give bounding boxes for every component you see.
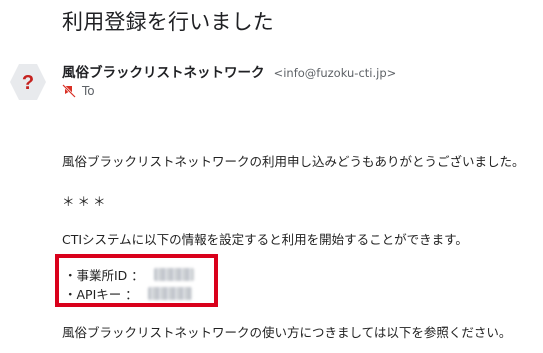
- sender-email[interactable]: <info@fuzoku-cti.jp>: [274, 66, 397, 80]
- email-subject: 利用登録を行いました: [62, 10, 274, 34]
- recipient-label: To: [82, 84, 95, 98]
- avatar-question-mark: ?: [22, 72, 34, 94]
- api-key-label: ・APIキー ：: [64, 287, 138, 302]
- sender-line: 風俗ブラックリストネットワーク <info@fuzoku-cti.jp>: [62, 62, 396, 83]
- credential-row-api-key: ・APIキー ：: [64, 284, 192, 303]
- body-paragraph-thanks: 風俗ブラックリストネットワークの利用申し込みどうもありがとうございました。: [62, 154, 525, 169]
- crossed-label-icon: [62, 84, 76, 98]
- body-paragraph-usage: 風俗ブラックリストネットワークの使い方につきましては以下を参照ください。: [62, 325, 512, 340]
- api-key-value-blurred: [147, 287, 192, 300]
- office-id-value-blurred: [153, 268, 194, 281]
- credential-row-office-id: ・事業所ID ：: [64, 265, 194, 284]
- body-paragraph-instructions: CTIシステムに以下の情報を設定すると利用を開始することができます。: [62, 232, 468, 247]
- recipient-line[interactable]: To: [62, 84, 95, 98]
- office-id-label: ・事業所ID ：: [64, 268, 144, 283]
- body-separator: ＊＊＊: [62, 194, 109, 209]
- sender-name[interactable]: 風俗ブラックリストネットワーク: [62, 65, 265, 81]
- sender-avatar[interactable]: ?: [8, 62, 48, 102]
